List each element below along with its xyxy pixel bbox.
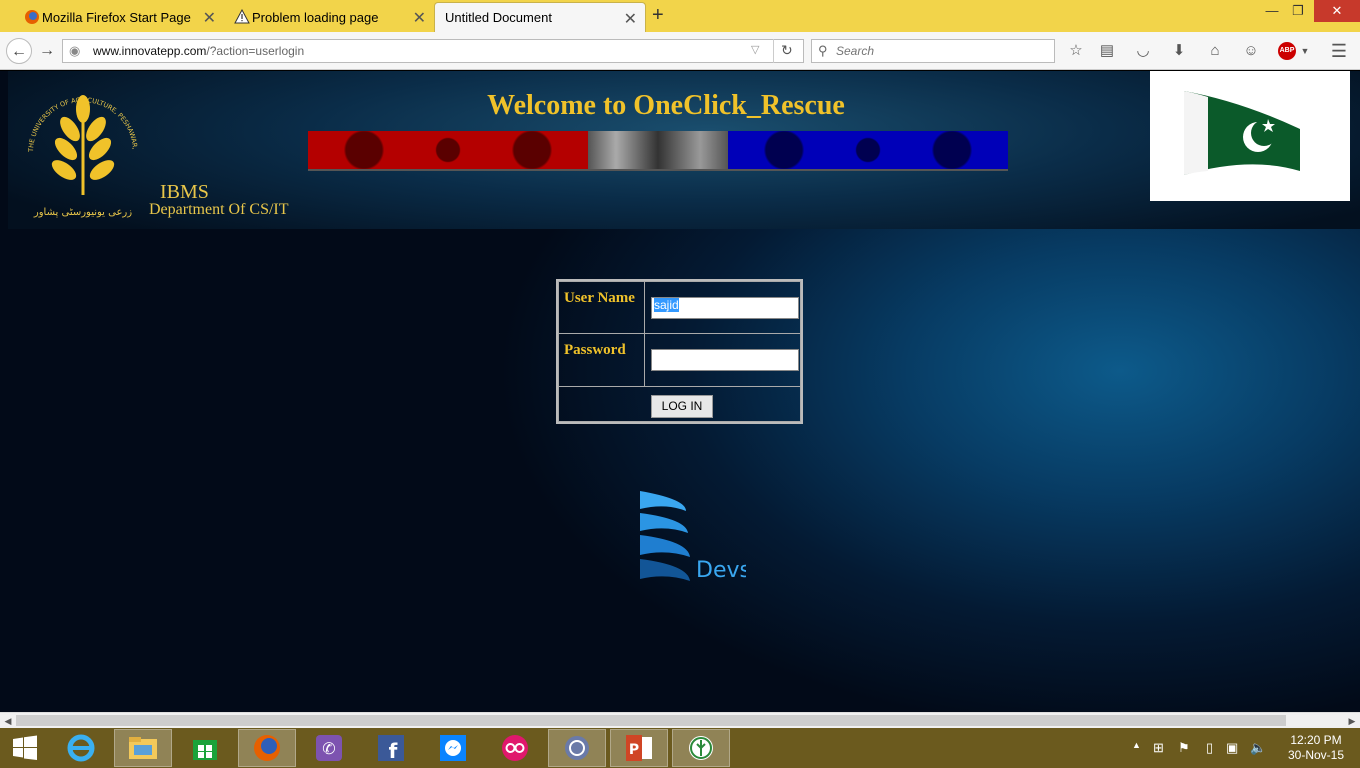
show-hidden-icons-icon[interactable]: ▲ — [1132, 740, 1141, 750]
svg-text:P: P — [629, 742, 639, 758]
download-icon[interactable]: ⬇ — [1170, 42, 1188, 60]
hello-chat-icon[interactable]: ☺ — [1242, 42, 1260, 60]
flickr-icon[interactable] — [486, 729, 544, 767]
siren-red-light — [308, 131, 588, 169]
svg-text:f: f — [389, 739, 398, 762]
viber-icon[interactable]: ✆ — [300, 729, 358, 767]
tab-problem-loading[interactable]: Problem loading page ✕ — [230, 2, 434, 32]
firefox-taskbar-icon[interactable] — [238, 729, 296, 767]
firefox-icon — [25, 10, 39, 24]
warning-icon — [234, 9, 250, 24]
action-center-flag-icon[interactable]: ⚑ — [1178, 740, 1190, 756]
windows-store-icon[interactable] — [176, 729, 234, 767]
internet-explorer-icon[interactable] — [52, 729, 110, 767]
scroll-left-arrow-icon[interactable]: ◀ — [0, 713, 16, 729]
adblock-icon[interactable]: ABP — [1278, 42, 1296, 60]
tab-firefox-start[interactable]: Mozilla Firefox Start Page ✕ — [20, 2, 224, 32]
url-bar[interactable]: ◉ www.innovatepp.com/?action=userlogin ▽… — [62, 39, 804, 63]
messenger-icon[interactable] — [424, 729, 482, 767]
password-label-cell: Password — [558, 333, 645, 387]
tab-strip: Mozilla Firefox Start Page ✕ Problem loa… — [0, 0, 1360, 32]
department-name: Department Of CS/IT — [149, 201, 289, 218]
tab-close-icon[interactable]: ✕ — [413, 8, 426, 28]
page-title: Welcome to OneClick_Rescue — [487, 90, 845, 121]
menu-hamburger-icon[interactable]: ☰ — [1330, 42, 1348, 60]
forward-arrow-icon[interactable]: → — [34, 38, 60, 64]
siren-lights-banner — [308, 131, 1008, 171]
clock-time: 12:20 PM — [1290, 733, 1342, 747]
divider — [773, 39, 774, 63]
powerpoint-icon[interactable]: P — [610, 729, 668, 767]
username-value: sajid — [654, 298, 679, 312]
restore-icon[interactable]: ❐ — [1282, 0, 1314, 22]
tab-label: Untitled Document — [445, 10, 552, 25]
url-text: www.innovatepp.com/?action=userlogin — [93, 44, 305, 58]
svg-text:✆: ✆ — [322, 739, 335, 758]
network-icon[interactable]: ▣ — [1226, 740, 1238, 756]
username-label-cell: User Name — [558, 281, 645, 334]
pocket-icon[interactable]: ◡ — [1134, 42, 1152, 60]
password-label: Password — [564, 342, 626, 358]
siren-center — [588, 131, 728, 169]
svg-text:Devs: Devs — [696, 558, 746, 583]
clock-date: 30-Nov-15 — [1287, 748, 1345, 762]
scroll-right-arrow-icon[interactable]: ▶ — [1344, 713, 1360, 729]
system-clock[interactable]: 12:20 PM 30-Nov-15 — [1276, 733, 1356, 763]
dropdown-arrow-icon[interactable]: ▽ — [751, 43, 759, 56]
page-content: THE UNIVERSITY OF AGRICULTURE, PESHAWAR,… — [0, 71, 1360, 712]
facebook-icon[interactable]: f — [362, 729, 420, 767]
tab-label: Problem loading page — [252, 9, 379, 25]
scrollbar-thumb[interactable] — [16, 715, 1286, 726]
tab-close-icon[interactable]: ✕ — [203, 8, 216, 28]
home-icon[interactable]: ⌂ — [1206, 42, 1224, 60]
search-input[interactable] — [836, 43, 1046, 59]
login-button[interactable]: LOG IN — [651, 395, 713, 418]
bookmark-star-icon[interactable]: ☆ — [1067, 42, 1085, 60]
username-label: User Name — [564, 290, 635, 306]
university-logo: THE UNIVERSITY OF AGRICULTURE, PESHAWAR,… — [18, 77, 139, 218]
new-tab-icon[interactable]: + — [652, 4, 664, 27]
svg-text:زرعی یونیورسٹی پشاور: زرعی یونیورسٹی پشاور — [33, 207, 132, 218]
pakistan-flag-image — [1150, 71, 1350, 201]
reload-icon[interactable]: ↻ — [781, 42, 793, 59]
username-field[interactable]: sajid — [651, 297, 799, 319]
search-bar[interactable]: ⚲ — [811, 39, 1055, 63]
volume-icon[interactable]: 🔈 — [1250, 740, 1266, 756]
back-arrow-icon[interactable]: ← — [6, 38, 32, 64]
navigation-bar: ← → ◉ www.innovatepp.com/?action=userlog… — [0, 32, 1360, 70]
tab-untitled-document[interactable]: Untitled Document ✕ — [434, 2, 646, 32]
devs-logo: Devs — [640, 491, 746, 583]
battery-icon[interactable]: ▯ — [1206, 740, 1213, 756]
globe-icon: ◉ — [69, 43, 81, 58]
tab-label: Mozilla Firefox Start Page — [42, 9, 191, 25]
university-app-icon[interactable] — [672, 729, 730, 767]
windows-taskbar: ✆ f P ▲ ⊞ ⚑ ▯ ▣ 🔈 12:20 PM 30-Nov-15 — [0, 728, 1360, 768]
close-window-icon[interactable]: ✕ — [1314, 0, 1360, 22]
login-form: User Name sajid Password LOG IN — [556, 279, 803, 424]
horizontal-scrollbar[interactable]: ◀ ▶ — [0, 712, 1360, 728]
tab-close-icon[interactable]: ✕ — [624, 9, 637, 29]
password-input-cell — [644, 333, 801, 387]
windows-start-icon[interactable] — [0, 729, 50, 767]
windows-icon[interactable]: ⊞ — [1153, 740, 1164, 756]
search-icon: ⚲ — [818, 43, 828, 58]
siren-blue-light — [728, 131, 1008, 169]
username-input-cell: sajid — [644, 281, 801, 334]
file-explorer-icon[interactable] — [114, 729, 172, 767]
reading-list-icon[interactable]: ▤ — [1098, 42, 1116, 60]
password-field[interactable] — [651, 349, 799, 371]
adblock-dropdown-icon[interactable]: ▼ — [1296, 42, 1314, 60]
bittorrent-icon[interactable] — [548, 729, 606, 767]
